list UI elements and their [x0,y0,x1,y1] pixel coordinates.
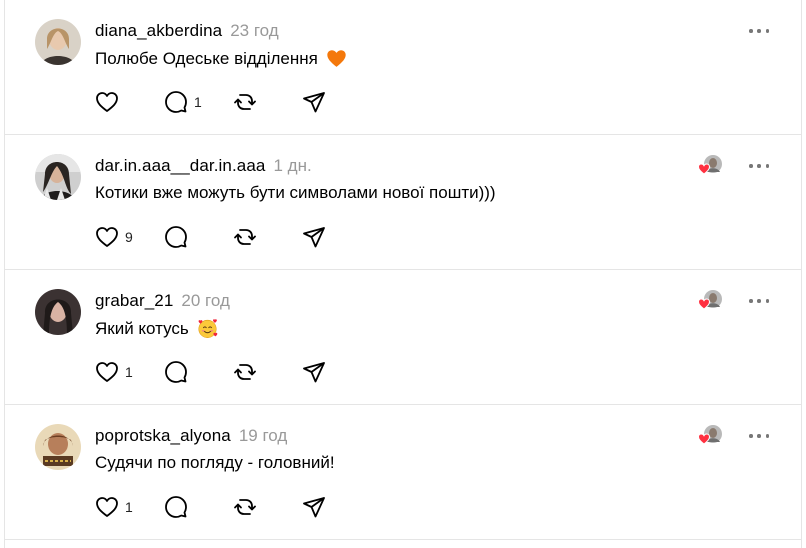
repost-button[interactable] [233,360,288,384]
reply-button[interactable] [164,360,219,384]
liked-by-author-indicator [697,154,725,178]
comment-icon [165,496,187,518]
comment-icon [165,91,187,113]
more-options-button[interactable] [749,158,769,174]
share-button[interactable] [302,90,326,114]
timestamp[interactable]: 20 год [181,291,229,311]
timestamp[interactable]: 1 дн. [273,156,311,176]
avatar[interactable] [35,289,81,335]
repost-button[interactable] [233,225,288,249]
reply-text: Який котусь [95,318,218,339]
reply-count: 1 [194,94,202,110]
heart-icon [697,163,711,175]
share-button[interactable] [302,225,326,249]
reply-text-content: Котики вже можуть бути символами нової п… [95,183,496,202]
more-options-button[interactable] [749,23,769,39]
more-options-button[interactable] [749,428,769,444]
liked-by-author-indicator [697,289,725,313]
reply-text-content: Судячи по погляду - головний! [95,453,335,472]
like-count: 1 [125,364,133,380]
heart-icon [96,92,118,112]
username[interactable]: dar.in.aaa__dar.in.aaa [95,156,265,176]
reply-text: Судячи по погляду - головний! [95,453,335,473]
heart-icon [697,433,711,445]
smiling-face-with-hearts-emoji [198,319,218,338]
reply-text: Котики вже можуть бути символами нової п… [95,183,496,203]
send-icon [303,497,325,518]
username[interactable]: poprotska_alyona [95,426,231,446]
more-options-button[interactable] [749,293,769,309]
timestamp[interactable]: 23 год [230,21,278,41]
reply-button[interactable] [164,225,219,249]
repost-button[interactable] [233,90,288,114]
heart-icon [96,497,118,517]
repost-icon [234,229,256,245]
reply-button[interactable]: 1 [164,90,219,114]
reply-text-content: Полюбе Одеське відділення [95,48,318,68]
reply-post: dar.in.aaa__dar.in.aaa 1 дн. Котики вже … [5,135,801,270]
send-icon [303,92,325,113]
repost-icon [234,499,256,515]
timestamp[interactable]: 19 год [239,426,287,446]
like-button[interactable]: 1 [95,360,150,384]
username[interactable]: grabar_21 [95,291,173,311]
repost-button[interactable] [233,495,288,519]
avatar[interactable] [35,154,81,200]
comment-icon [165,226,187,248]
avatar[interactable] [35,19,81,65]
heart-icon [697,298,711,310]
avatar[interactable] [35,424,81,470]
like-button[interactable] [95,90,150,114]
reply-post: diana_akberdina 23 год Полюбе Одеське ві… [5,0,801,135]
send-icon [303,362,325,383]
orange-heart-emoji [327,50,346,67]
repost-icon [234,364,256,380]
like-button[interactable]: 9 [95,225,150,249]
heart-icon [96,227,118,247]
share-button[interactable] [302,360,326,384]
username[interactable]: diana_akberdina [95,21,222,41]
reply-post: poprotska_alyona 19 год Судячи по погляд… [5,405,801,540]
replies-feed: diana_akberdina 23 год Полюбе Одеське ві… [4,0,802,548]
reply-text: Полюбе Одеське відділення [95,48,347,69]
liked-by-author-indicator [697,424,725,448]
comment-icon [165,361,187,383]
reply-button[interactable] [164,495,219,519]
reply-text-content: Який котусь [95,318,189,338]
heart-icon [96,362,118,382]
repost-icon [234,94,256,110]
share-button[interactable] [302,495,326,519]
reply-post: grabar_21 20 год Який котусь 1 [5,270,801,405]
like-button[interactable]: 1 [95,495,150,519]
send-icon [303,227,325,248]
like-count: 1 [125,499,133,515]
like-count: 9 [125,229,133,245]
